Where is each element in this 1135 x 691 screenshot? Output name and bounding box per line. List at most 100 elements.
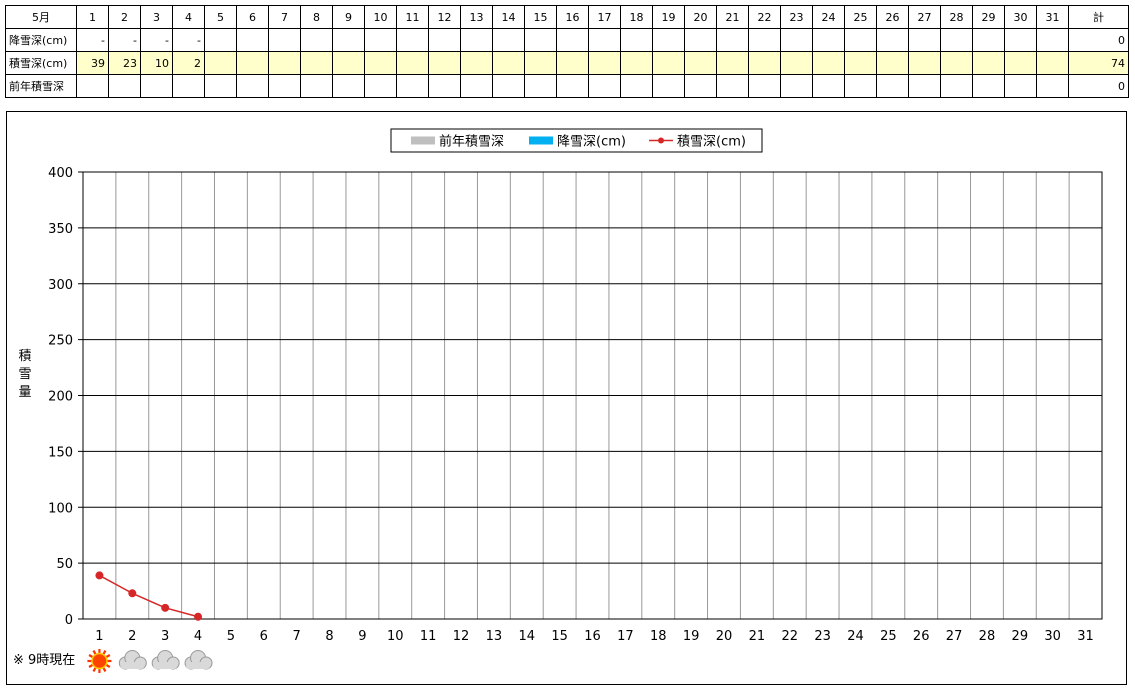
x-tick-label: 14 [518,629,535,644]
table-cell [748,28,781,52]
table-cell [236,51,269,75]
table-cell [524,51,557,75]
table-cell [684,51,717,75]
y-tick-label: 100 [48,501,73,516]
y-tick-label: 0 [65,613,73,628]
day-header: 22 [748,5,781,29]
table-cell [588,28,621,52]
table-cell [76,74,109,98]
day-header: 6 [236,5,269,29]
table-cell [492,28,525,52]
y-tick-label: 200 [48,390,73,405]
table-cell [460,74,493,98]
table-cell [332,74,365,98]
table-cell [460,28,493,52]
table-cell [428,51,461,75]
table-cell [428,74,461,98]
table-cell [108,74,141,98]
table-cell [236,28,269,52]
day-header: 10 [364,5,397,29]
x-tick-label: 19 [683,629,700,644]
x-tick-label: 4 [194,629,202,644]
table-cell [876,74,909,98]
table-cell: - [140,28,173,52]
table-cell [1004,51,1037,75]
table-cell [716,74,749,98]
table-cell [652,28,685,52]
table-cell [620,51,653,75]
day-header: 7 [268,5,301,29]
table-cell [940,28,973,52]
table-cell [492,51,525,75]
table-cell [492,74,525,98]
row-total: 0 [1068,28,1129,52]
table-cell [300,28,333,52]
table-cell: - [172,28,205,52]
table-cell [1036,74,1069,98]
cloud-icon [184,650,213,670]
x-tick-label: 3 [161,629,169,644]
table-cell: 10 [140,51,173,75]
table-cell [236,74,269,98]
y-tick-label: 150 [48,445,73,460]
table-cell [908,74,941,98]
table-cell [332,51,365,75]
x-tick-label: 26 [913,629,930,644]
day-header: 19 [652,5,685,29]
y-tick-label: 50 [56,557,73,572]
table-cell [556,28,589,52]
table-cell [172,74,205,98]
data-point [128,589,137,598]
table-cell [972,51,1005,75]
table-cell [364,51,397,75]
day-header: 1 [76,5,109,29]
x-tick-label: 30 [1044,629,1061,644]
table-cell [396,28,429,52]
table-cell [652,74,685,98]
legend-label: 積雪深(cm) [677,135,746,150]
table-cell [716,28,749,52]
day-header: 26 [876,5,909,29]
x-tick-label: 6 [260,629,268,644]
y-tick-label: 350 [48,222,73,237]
table-cell [1036,51,1069,75]
table-row: 降雪深(cm) - - - -0 [5,28,1129,52]
x-tick-label: 11 [420,629,437,644]
table-cell [940,51,973,75]
day-header: 4 [172,5,205,29]
table-cell [780,51,813,75]
data-point [161,603,170,612]
y-axis-label-char: 量 [18,385,31,400]
x-tick-label: 13 [486,629,503,644]
table-header-row: 5月 1 2 3 4 5 6 7 8 9 10 11 12 13 14 15 16 17 18 19 20 21 22 23 2… [5,5,1129,29]
day-header: 13 [460,5,493,29]
table-cell [268,74,301,98]
table-cell [140,74,173,98]
table-cell: - [108,28,141,52]
x-tick-label: 1 [95,629,103,644]
table-cell [204,28,237,52]
table-cell [972,74,1005,98]
table-cell [1004,74,1037,98]
row-label: 積雪深(cm) [5,51,77,75]
table-cell [844,51,877,75]
day-header: 15 [524,5,557,29]
y-axis-label-char: 雪 [18,367,31,382]
x-tick-label: 24 [847,629,864,644]
y-tick-label: 400 [48,166,73,181]
y-axis-label-char: 積 [18,349,31,364]
chart-panel: 0 50 100 150 200 250 300 350 400 1 2 3 4 5 6 7 8 9 10 11 12 1… [6,111,1127,685]
legend-label: 降雪深(cm) [557,135,626,150]
day-header: 29 [972,5,1005,29]
table-cell [684,28,717,52]
table-cell [524,74,557,98]
x-tick-label: 10 [387,629,404,644]
table-cell: - [76,28,109,52]
table-cell [588,51,621,75]
cloud-icon [151,650,180,670]
table-cell [204,74,237,98]
table-cell [972,28,1005,52]
data-point [95,571,104,580]
table-cell: 2 [172,51,205,75]
table-cell [300,74,333,98]
